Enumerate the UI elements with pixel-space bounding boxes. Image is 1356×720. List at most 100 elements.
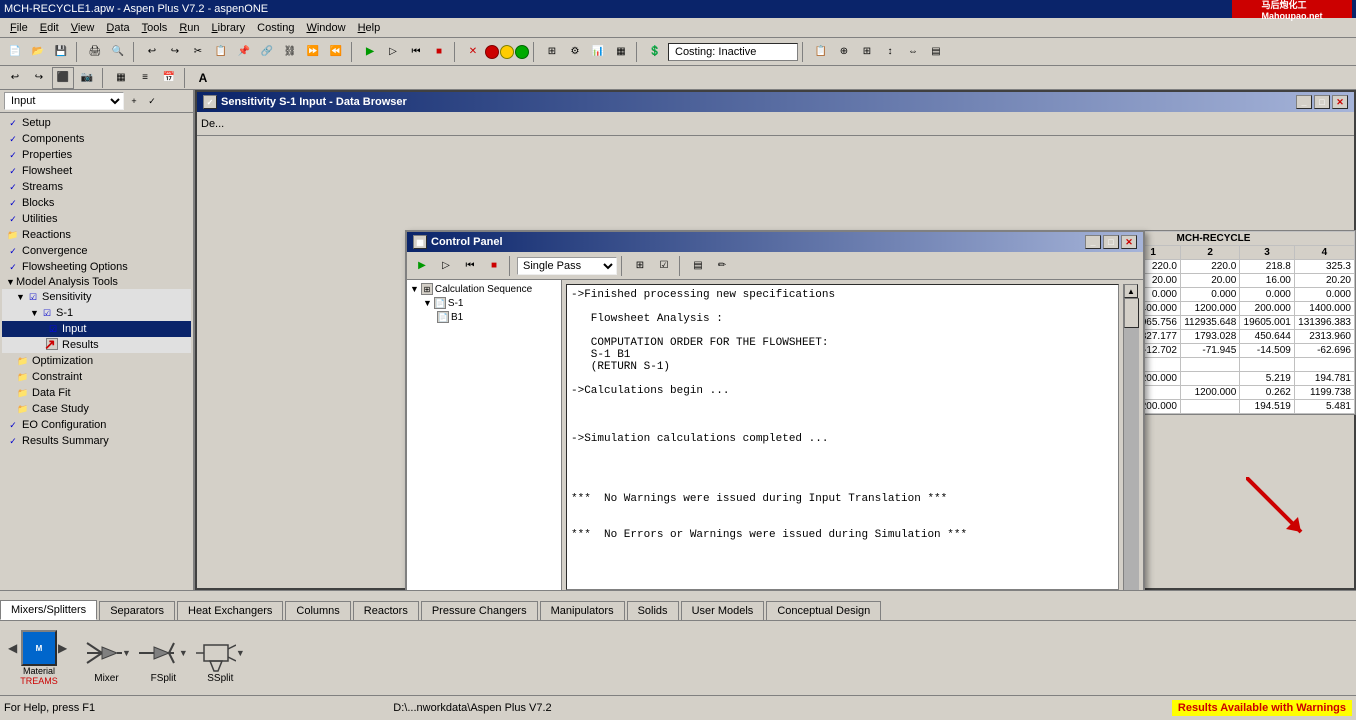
sidebar-dropdown[interactable]: Input Results — [4, 92, 124, 110]
sidebar-item-datafit[interactable]: 📁 Data Fit — [2, 385, 191, 401]
menu-window[interactable]: Window — [300, 20, 351, 36]
sidebar-item-utilities[interactable]: ✓ Utilities — [2, 211, 191, 227]
tb-rewind[interactable]: ⏮ — [405, 41, 427, 63]
tb2-list[interactable]: ≡ — [134, 67, 156, 89]
menu-run[interactable]: Run — [173, 20, 205, 36]
cp-v-scroll-thumb[interactable] — [1124, 298, 1139, 328]
cp-v-scroll-up[interactable]: ▲ — [1124, 284, 1138, 298]
cp-tb-layout[interactable]: ▤ — [687, 255, 709, 277]
tb-new[interactable]: 📄 — [4, 41, 26, 63]
sidebar-btn1[interactable]: + — [126, 93, 142, 109]
tb-settings[interactable]: ⚙ — [564, 41, 586, 63]
tb-find[interactable]: 🔍 — [107, 41, 129, 63]
tb-play[interactable]: ▶ — [359, 41, 381, 63]
sidebar-item-sensitivity[interactable]: ▼ ☑ Sensitivity — [2, 289, 191, 305]
sidebar-item-components[interactable]: ✓ Components — [2, 131, 191, 147]
tb-redo[interactable]: ↪ — [164, 41, 186, 63]
tb-copy[interactable]: 📋 — [210, 41, 232, 63]
sidebar-item-constraint[interactable]: 📁 Constraint — [2, 369, 191, 385]
cp-log[interactable]: ->Finished processing new specifications… — [566, 284, 1119, 590]
tb2-photo[interactable]: 📷 — [76, 67, 98, 89]
sidebar-item-model-analysis[interactable]: ▼ Model Analysis Tools — [2, 275, 191, 289]
tb-report[interactable]: 📊 — [587, 41, 609, 63]
material-left-arrow[interactable]: ◀ — [8, 641, 20, 655]
tray-item-mixer[interactable]: ▼ Mixer — [80, 631, 133, 686]
cp-tree-b1[interactable]: 📄 B1 — [409, 310, 559, 324]
sidebar-item-reactions[interactable]: 📁 Reactions — [2, 227, 191, 243]
tb-circle-red[interactable] — [485, 45, 499, 59]
sidebar-item-results[interactable]: ↗ Results — [2, 337, 191, 353]
tab-reactors[interactable]: Reactors — [353, 601, 419, 620]
tb-extra5[interactable]: ⇔ — [902, 41, 924, 63]
tb-extra2[interactable]: ⊕ — [833, 41, 855, 63]
fsplit-dropdown-arrow[interactable]: ▼ — [179, 648, 188, 658]
sidebar-item-eo-config[interactable]: ✓ EO Configuration — [2, 417, 191, 433]
tb-step[interactable]: ▷ — [382, 41, 404, 63]
tb-save[interactable]: 💾 — [50, 41, 72, 63]
tray-item-ssplit[interactable]: ▼ SSplit — [194, 631, 247, 686]
cp-tb-check[interactable]: ☑ — [653, 255, 675, 277]
tb-cut[interactable]: ✂ — [187, 41, 209, 63]
sidebar-item-convergence[interactable]: ✓ Convergence — [2, 243, 191, 259]
tab-conceptual-design[interactable]: Conceptual Design — [766, 601, 881, 620]
menu-library[interactable]: Library — [206, 20, 252, 36]
cp-tb-step[interactable]: ▷ — [435, 255, 457, 277]
sidebar-item-optimization[interactable]: 📁 Optimization — [2, 353, 191, 369]
tb-grid[interactable]: ⊞ — [541, 41, 563, 63]
material-icon[interactable]: M — [21, 630, 57, 666]
menu-file[interactable]: File — [4, 20, 34, 36]
sidebar-item-streams[interactable]: ✓ Streams — [2, 179, 191, 195]
sidebar-item-results-summary[interactable]: ✓ Results Summary — [2, 433, 191, 449]
cp-restore[interactable]: □ — [1103, 235, 1119, 249]
tb-print[interactable]: 🖨 — [84, 41, 106, 63]
tb2-letter[interactable]: A — [192, 67, 214, 89]
sidebar-item-properties[interactable]: ✓ Properties — [2, 147, 191, 163]
material-right-arrow[interactable]: ▶ — [58, 641, 70, 655]
cp-tb-rewind[interactable]: ⏮ — [459, 255, 481, 277]
cp-tb-stop[interactable]: ■ — [483, 255, 505, 277]
db-close[interactable]: ✕ — [1332, 95, 1348, 109]
cp-mode-select[interactable]: Single Pass — [517, 257, 617, 275]
tb-extra6[interactable]: ▤ — [925, 41, 947, 63]
sidebar-item-setup[interactable]: ✓ Setup — [2, 115, 191, 131]
tb-run1[interactable]: ✕ — [462, 41, 484, 63]
tb-extra3[interactable]: ⊞ — [856, 41, 878, 63]
tab-manipulators[interactable]: Manipulators — [540, 601, 625, 620]
tb2-grid2[interactable]: ▦ — [110, 67, 132, 89]
tb2-3[interactable]: ⬛ — [52, 67, 74, 89]
cp-minimize[interactable]: _ — [1085, 235, 1101, 249]
tb-back[interactable]: ⏪ — [325, 41, 347, 63]
menu-data[interactable]: Data — [100, 20, 135, 36]
cp-v-scroll[interactable]: ▲ ▼ — [1123, 284, 1139, 590]
ssplit-dropdown-arrow[interactable]: ▼ — [236, 648, 245, 658]
tb-forward[interactable]: ⏩ — [302, 41, 324, 63]
tab-pressure-changers[interactable]: Pressure Changers — [421, 601, 538, 620]
sidebar-item-casestudy[interactable]: 📁 Case Study — [2, 401, 191, 417]
tb-circle-yellow[interactable] — [500, 45, 514, 59]
cp-tb-format[interactable]: ✏ — [711, 255, 733, 277]
tb2-1[interactable]: ↩ — [4, 67, 26, 89]
cp-close[interactable]: ✕ — [1121, 235, 1137, 249]
sidebar-item-flowsheet[interactable]: ✓ Flowsheet — [2, 163, 191, 179]
tb-extra4[interactable]: ↕ — [879, 41, 901, 63]
menu-help[interactable]: Help — [352, 20, 387, 36]
sidebar-item-flowsheeting[interactable]: ✓ Flowsheeting Options — [2, 259, 191, 275]
cp-tb-play[interactable]: ▶ — [411, 255, 433, 277]
menu-costing[interactable]: Costing — [251, 20, 300, 36]
tb-stop[interactable]: ■ — [428, 41, 450, 63]
tab-separators[interactable]: Separators — [99, 601, 175, 620]
cp-tree-calc-seq[interactable]: ▼ ⊞ Calculation Sequence — [409, 282, 559, 296]
tab-user-models[interactable]: User Models — [681, 601, 765, 620]
tb-undo[interactable]: ↩ — [141, 41, 163, 63]
mixer-dropdown-arrow[interactable]: ▼ — [122, 648, 131, 658]
cp-v-scroll-track[interactable] — [1124, 298, 1139, 590]
db-maximize[interactable]: □ — [1314, 95, 1330, 109]
tab-mixers-splitters[interactable]: Mixers/Splitters — [0, 600, 97, 620]
tb-paste[interactable]: 📌 — [233, 41, 255, 63]
cp-tb-icon1[interactable]: ⊞ — [629, 255, 651, 277]
sidebar-btn2[interactable]: ✓ — [144, 93, 160, 109]
tb-table[interactable]: ▦ — [610, 41, 632, 63]
tb-connect[interactable]: 🔗 — [256, 41, 278, 63]
menu-edit[interactable]: Edit — [34, 20, 65, 36]
tb-open[interactable]: 📂 — [27, 41, 49, 63]
